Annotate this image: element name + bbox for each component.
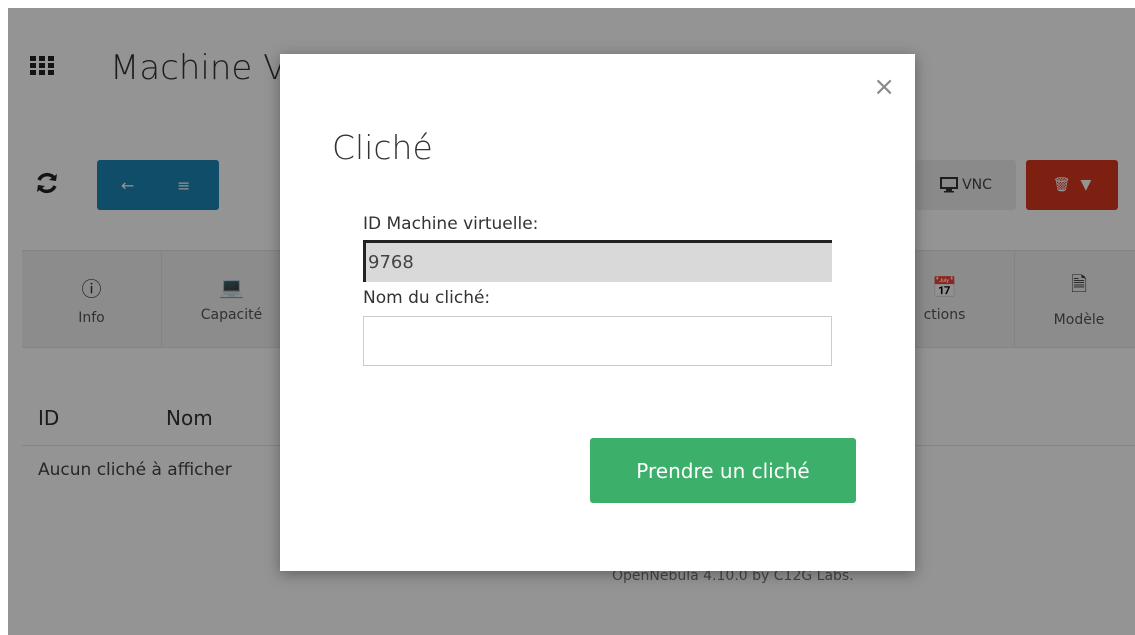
vm-id-label: ID Machine virtuelle:	[363, 214, 539, 234]
frame-border-left	[0, 0, 8, 635]
snapshot-modal: × Cliché ID Machine virtuelle: Nom du cl…	[280, 54, 915, 571]
close-icon[interactable]: ×	[873, 74, 895, 100]
modal-title: Cliché	[332, 128, 433, 167]
snapshot-name-field[interactable]	[363, 316, 832, 366]
vm-id-field[interactable]	[363, 240, 832, 282]
take-snapshot-button[interactable]: Prendre un cliché	[590, 438, 856, 503]
frame-border-top	[0, 0, 1135, 8]
snapshot-name-label: Nom du cliché:	[363, 288, 491, 308]
